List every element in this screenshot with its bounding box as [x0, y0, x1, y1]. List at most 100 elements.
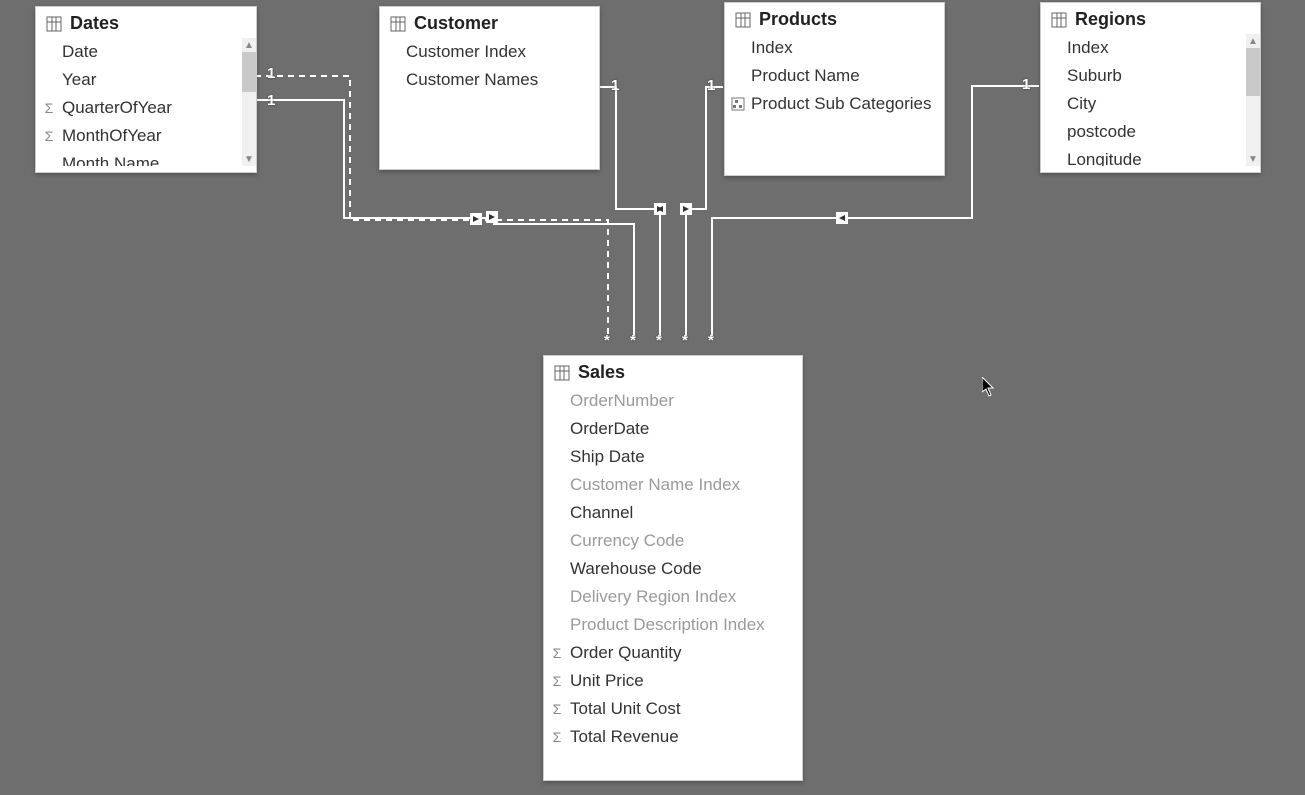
table-title: Sales: [578, 362, 625, 383]
scroll-down-icon[interactable]: ▼: [1246, 152, 1260, 166]
table-header[interactable]: Customer: [380, 7, 599, 38]
field-label: Total Unit Cost: [570, 699, 681, 719]
field-row[interactable]: Date: [36, 38, 242, 66]
scrollbar[interactable]: ▲ ▼: [242, 38, 256, 166]
field-list: Index Product Name Product Sub Categories: [725, 34, 944, 118]
field-row[interactable]: Product Description Index: [544, 611, 802, 639]
sigma-icon: Σ: [40, 128, 58, 144]
field-row[interactable]: Warehouse Code: [544, 555, 802, 583]
scrollbar[interactable]: ▲ ▼: [1246, 34, 1260, 166]
field-label: Delivery Region Index: [570, 587, 736, 607]
field-label: Suburb: [1067, 66, 1122, 86]
field-row[interactable]: Year: [36, 66, 242, 94]
field-label: Date: [62, 42, 98, 62]
field-row[interactable]: Index: [1041, 34, 1246, 62]
table-header[interactable]: Dates: [36, 7, 256, 38]
field-label: Currency Code: [570, 531, 684, 551]
field-label: Longitude: [1067, 150, 1142, 166]
field-row[interactable]: ΣQuarterOfYear: [36, 94, 242, 122]
field-row[interactable]: Product Name: [725, 62, 944, 90]
field-label: Month Name: [62, 154, 159, 166]
field-label: MonthOfYear: [62, 126, 162, 146]
field-row[interactable]: ΣOrder Quantity: [544, 639, 802, 667]
cardinality-many: *: [630, 332, 636, 349]
field-list: Customer Index Customer Names: [380, 38, 599, 94]
sigma-icon: Σ: [548, 701, 566, 717]
mouse-cursor-icon: [982, 377, 996, 397]
table-title: Products: [759, 9, 837, 30]
sigma-icon: Σ: [548, 645, 566, 661]
sigma-icon: Σ: [548, 673, 566, 689]
field-row[interactable]: ΣUnit Price: [544, 667, 802, 695]
table-icon: [1051, 12, 1067, 28]
field-label: Ship Date: [570, 447, 645, 467]
field-row[interactable]: Longitude: [1041, 146, 1246, 166]
table-products[interactable]: Products Index Product Name Product Sub Ca…: [724, 2, 945, 176]
field-row[interactable]: Customer Name Index: [544, 471, 802, 499]
field-label: OrderDate: [570, 419, 649, 439]
field-label: Customer Name Index: [570, 475, 740, 495]
field-label: Year: [62, 70, 96, 90]
scroll-thumb[interactable]: [1246, 48, 1260, 96]
field-label: Total Revenue: [570, 727, 679, 747]
field-label: Channel: [570, 503, 633, 523]
field-label: Product Description Index: [570, 615, 765, 635]
field-row[interactable]: City: [1041, 90, 1246, 118]
table-icon: [554, 365, 570, 381]
field-list: OrderNumber OrderDate Ship Date Customer Na…: [544, 387, 802, 751]
table-icon: [46, 16, 62, 32]
field-label: Product Name: [751, 66, 860, 86]
scroll-up-icon[interactable]: ▲: [242, 38, 256, 52]
table-header[interactable]: Sales: [544, 356, 802, 387]
field-label: OrderNumber: [570, 391, 674, 411]
table-sales[interactable]: Sales OrderNumber OrderDate Ship Date Custo…: [543, 355, 803, 781]
field-label: Customer Index: [406, 42, 526, 62]
field-label: postcode: [1067, 122, 1136, 142]
field-row[interactable]: Customer Names: [380, 66, 599, 94]
field-row[interactable]: OrderNumber: [544, 387, 802, 415]
field-row[interactable]: ΣMonthOfYear: [36, 122, 242, 150]
field-row[interactable]: Product Sub Categories: [725, 90, 944, 118]
field-label: City: [1067, 94, 1096, 114]
table-customer[interactable]: Customer Customer Index Customer Names: [379, 6, 600, 170]
field-list: Index Suburb City postcode Longitude: [1041, 34, 1260, 166]
sigma-icon: Σ: [40, 100, 58, 116]
field-row[interactable]: Delivery Region Index: [544, 583, 802, 611]
cardinality-one: 1: [611, 77, 619, 94]
table-icon: [735, 12, 751, 28]
table-title: Customer: [414, 13, 498, 34]
table-icon: [390, 16, 406, 32]
cardinality-one: 1: [1022, 76, 1030, 93]
field-row[interactable]: OrderDate: [544, 415, 802, 443]
field-label: Order Quantity: [570, 643, 682, 663]
cardinality-many: *: [682, 332, 688, 349]
field-row[interactable]: Currency Code: [544, 527, 802, 555]
field-row[interactable]: postcode: [1041, 118, 1246, 146]
table-dates[interactable]: Dates DateYearΣQuarterOfYearΣMonthOfYear…: [35, 6, 257, 173]
field-label: Customer Names: [406, 70, 538, 90]
scroll-down-icon[interactable]: ▼: [242, 152, 256, 166]
hierarchy-icon: [729, 97, 747, 111]
field-row[interactable]: ΣTotal Unit Cost: [544, 695, 802, 723]
cardinality-many: *: [656, 332, 662, 349]
field-row[interactable]: Suburb: [1041, 62, 1246, 90]
field-row[interactable]: Customer Index: [380, 38, 599, 66]
table-regions[interactable]: Regions Index Suburb City postcode Longitude…: [1040, 2, 1261, 173]
cardinality-one: 1: [267, 65, 275, 82]
field-label: Index: [751, 38, 793, 58]
table-header[interactable]: Regions: [1041, 3, 1260, 34]
field-label: Unit Price: [570, 671, 644, 691]
field-label: Warehouse Code: [570, 559, 702, 579]
cardinality-one: 1: [267, 92, 275, 109]
table-title: Regions: [1075, 9, 1146, 30]
field-row[interactable]: ΣTotal Revenue: [544, 723, 802, 751]
field-row[interactable]: Month Name: [36, 150, 242, 166]
field-row[interactable]: Ship Date: [544, 443, 802, 471]
scroll-up-icon[interactable]: ▲: [1246, 34, 1260, 48]
field-row[interactable]: Index: [725, 34, 944, 62]
field-label: QuarterOfYear: [62, 98, 172, 118]
field-row[interactable]: Channel: [544, 499, 802, 527]
scroll-thumb[interactable]: [242, 52, 256, 92]
cardinality-one: 1: [707, 77, 715, 94]
table-header[interactable]: Products: [725, 3, 944, 34]
